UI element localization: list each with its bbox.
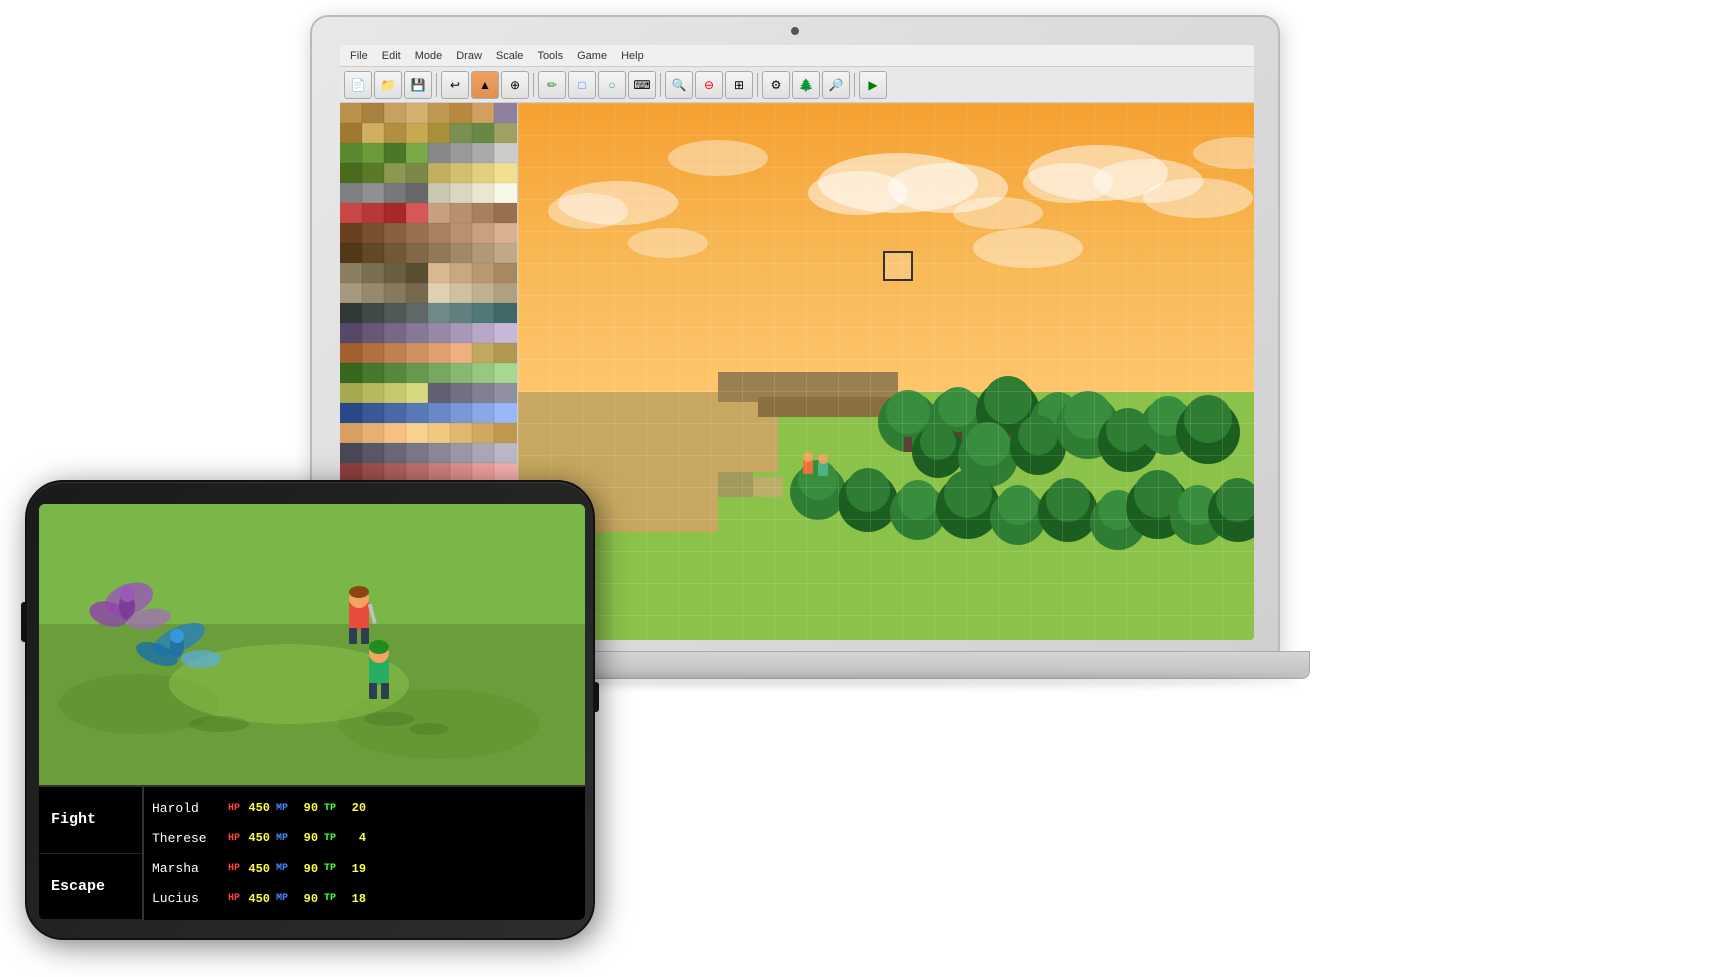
mp-value-lucius: 90 bbox=[294, 892, 318, 906]
settings-button[interactable]: ⚙ bbox=[762, 71, 790, 99]
mp-value-marsha: 90 bbox=[294, 862, 318, 876]
mp-value-therese: 90 bbox=[294, 831, 318, 845]
map-selection-box bbox=[883, 251, 913, 281]
phone-device: Fight Escape Harold HP 450 MP 90 TP bbox=[25, 480, 595, 940]
char-name-harold: Harold bbox=[152, 801, 222, 816]
ellipse-tool[interactable]: ○ bbox=[598, 71, 626, 99]
game-scene: Fight Escape Harold HP 450 MP 90 TP bbox=[39, 504, 585, 920]
tp-value-harold: 20 bbox=[342, 801, 366, 815]
separator-5 bbox=[854, 73, 855, 97]
map-canvas[interactable] bbox=[518, 103, 1254, 640]
stat-row-harold: Harold HP 450 MP 90 TP 20 bbox=[152, 801, 577, 816]
tp-value-marsha: 19 bbox=[342, 862, 366, 876]
menu-mode[interactable]: Mode bbox=[409, 48, 449, 64]
hp-label-lucius: HP bbox=[228, 893, 240, 904]
hp-value-lucius: 450 bbox=[246, 892, 270, 906]
mp-label-lucius: MP bbox=[276, 893, 288, 904]
new-button[interactable]: 📄 bbox=[344, 71, 372, 99]
tp-label-lucius: TP bbox=[324, 893, 336, 904]
hp-value-therese: 450 bbox=[246, 831, 270, 845]
tp-value-lucius: 18 bbox=[342, 892, 366, 906]
cmd-escape[interactable]: Escape bbox=[39, 854, 142, 921]
search-button[interactable]: 🔎 bbox=[822, 71, 850, 99]
hp-label-harold: HP bbox=[228, 803, 240, 814]
menu-edit[interactable]: Edit bbox=[376, 48, 407, 64]
battle-stats: Harold HP 450 MP 90 TP 20 Therese HP bbox=[144, 787, 585, 920]
phone-volume-button bbox=[21, 602, 27, 642]
separator-4 bbox=[757, 73, 758, 97]
laptop-camera bbox=[791, 27, 799, 35]
toolbar: 📄 📁 💾 ↩ ▲ ⊕ ✏ □ ○ ⌨ 🔍 ⊖ ⊞ bbox=[340, 67, 1254, 103]
hp-value-marsha: 450 bbox=[246, 862, 270, 876]
mp-label-marsha: MP bbox=[276, 863, 288, 874]
phone-body: Fight Escape Harold HP 450 MP 90 TP bbox=[25, 480, 595, 940]
tile-palette-svg bbox=[340, 103, 517, 543]
mp-label-harold: MP bbox=[276, 803, 288, 814]
battle-ui: Fight Escape Harold HP 450 MP 90 TP bbox=[39, 785, 585, 920]
menu-game[interactable]: Game bbox=[571, 48, 613, 64]
tp-label-harold: TP bbox=[324, 803, 336, 814]
zoom-in-button[interactable]: 🔍 bbox=[665, 71, 693, 99]
menu-draw[interactable]: Draw bbox=[450, 48, 488, 64]
fill-tool[interactable]: ⊕ bbox=[501, 71, 529, 99]
phone-screen: Fight Escape Harold HP 450 MP 90 TP bbox=[39, 504, 585, 920]
pencil-tool[interactable]: ✏ bbox=[538, 71, 566, 99]
char-name-therese: Therese bbox=[152, 831, 222, 846]
mp-label-therese: MP bbox=[276, 833, 288, 844]
hp-value-harold: 450 bbox=[246, 801, 270, 815]
menubar: File Edit Mode Draw Scale Tools Game Hel… bbox=[340, 45, 1254, 67]
mp-value-harold: 90 bbox=[294, 801, 318, 815]
map-scene bbox=[518, 103, 1254, 640]
brush-tool[interactable]: ▲ bbox=[471, 71, 499, 99]
menu-tools[interactable]: Tools bbox=[531, 48, 569, 64]
stat-row-therese: Therese HP 450 MP 90 TP 4 bbox=[152, 831, 577, 846]
stat-row-marsha: Marsha HP 450 MP 90 TP 19 bbox=[152, 861, 577, 876]
save-button[interactable]: 💾 bbox=[404, 71, 432, 99]
grid-overlay bbox=[518, 103, 1254, 640]
char-name-lucius: Lucius bbox=[152, 891, 222, 906]
hp-label-marsha: HP bbox=[228, 863, 240, 874]
zoom-out-button[interactable]: ⊖ bbox=[695, 71, 723, 99]
phone-power-button bbox=[593, 682, 599, 712]
hp-label-therese: HP bbox=[228, 833, 240, 844]
undo-button[interactable]: ↩ bbox=[441, 71, 469, 99]
open-button[interactable]: 📁 bbox=[374, 71, 402, 99]
battle-commands: Fight Escape bbox=[39, 787, 144, 920]
separator-3 bbox=[660, 73, 661, 97]
play-button[interactable]: ▶ bbox=[859, 71, 887, 99]
menu-help[interactable]: Help bbox=[615, 48, 650, 64]
menu-scale[interactable]: Scale bbox=[490, 48, 530, 64]
rect-tool[interactable]: □ bbox=[568, 71, 596, 99]
tree-button[interactable]: 🌲 bbox=[792, 71, 820, 99]
enemy-sprites-svg bbox=[89, 554, 229, 684]
stamp-tool[interactable]: ⌨ bbox=[628, 71, 656, 99]
cmd-fight[interactable]: Fight bbox=[39, 787, 142, 854]
tp-label-marsha: TP bbox=[324, 863, 336, 874]
char-name-marsha: Marsha bbox=[152, 861, 222, 876]
hero-sprites-svg bbox=[309, 584, 469, 724]
menu-file[interactable]: File bbox=[344, 48, 374, 64]
stat-row-lucius: Lucius HP 450 MP 90 TP 18 bbox=[152, 891, 577, 906]
zoom-reset-button[interactable]: ⊞ bbox=[725, 71, 753, 99]
separator-2 bbox=[533, 73, 534, 97]
separator-1 bbox=[436, 73, 437, 97]
tp-label-therese: TP bbox=[324, 833, 336, 844]
tp-value-therese: 4 bbox=[342, 831, 366, 845]
